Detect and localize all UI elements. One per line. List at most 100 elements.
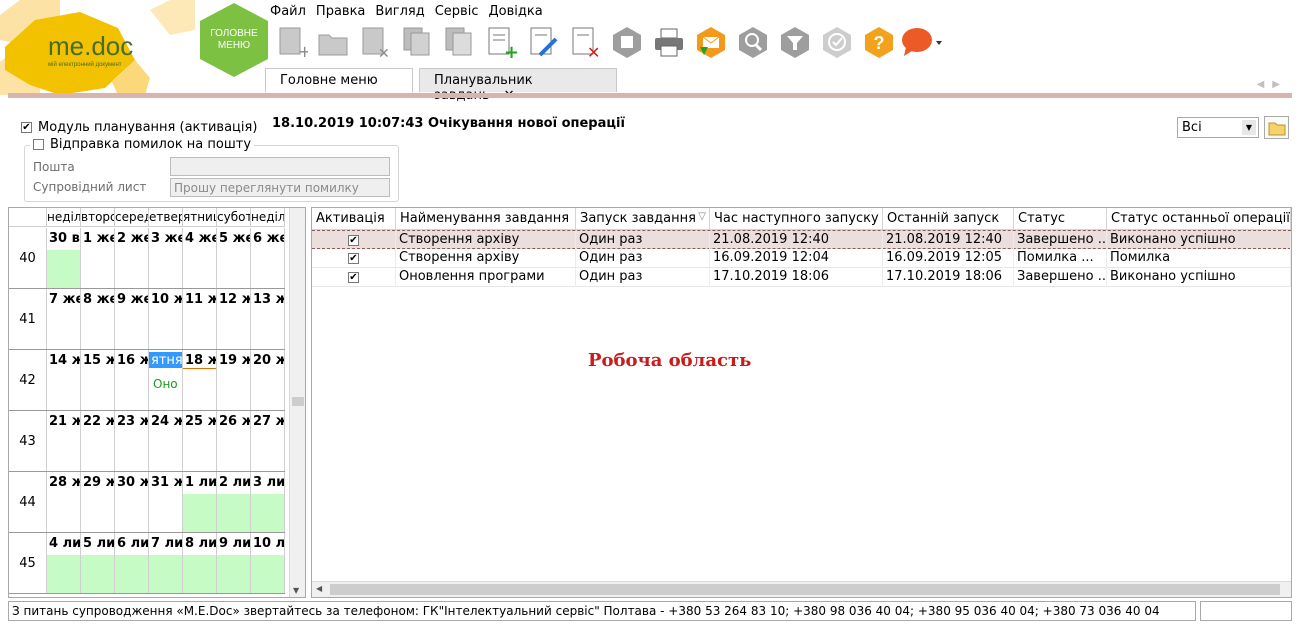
table-row[interactable]: ✔ Оновлення програми Один раз 17.10.2019 18… — [312, 268, 1291, 287]
calendar-day[interactable]: 22 ж — [81, 411, 115, 471]
calendar-day[interactable]: 21 ж — [47, 411, 81, 471]
edit-doc-icon[interactable] — [522, 22, 564, 62]
calendar-day[interactable]: 7 ли — [149, 533, 183, 593]
menu-file[interactable]: Файл — [270, 4, 306, 20]
open-folder-icon[interactable] — [312, 22, 354, 62]
activation-cell[interactable]: ✔ — [312, 268, 396, 287]
print-icon[interactable] — [648, 22, 690, 62]
calendar-day[interactable]: 10 ж — [149, 289, 183, 349]
calendar-day[interactable]: 15 ж — [81, 350, 115, 410]
calendar-day[interactable]: 26 ж — [217, 411, 251, 471]
calendar-day[interactable]: 11 ж — [183, 289, 217, 349]
check-icon[interactable] — [816, 22, 858, 62]
tab-bar: Головне меню Планувальник завдань✕ — [265, 68, 617, 103]
calendar-event[interactable]: Оно — [153, 377, 178, 391]
calendar-day[interactable]: 9 ли — [217, 533, 251, 593]
calendar-day[interactable]: 2 ли — [217, 472, 251, 532]
calendar-day[interactable]: 4 же — [183, 228, 217, 288]
menu-edit[interactable]: Правка — [316, 4, 365, 20]
add-doc-icon[interactable]: + — [480, 22, 522, 62]
sort-icon[interactable]: ▽ — [698, 211, 706, 222]
archive-icon[interactable] — [606, 22, 648, 62]
activation-checkbox[interactable]: ✔ — [348, 272, 359, 283]
planning-module-checkbox[interactable]: ✔ — [21, 122, 32, 133]
calendar-day[interactable]: 30 в — [47, 228, 81, 288]
calendar-day[interactable]: 25 ж — [183, 411, 217, 471]
error-mail-option[interactable]: Відправка помилок на пошту — [30, 137, 255, 152]
calendar-day[interactable]: 6 ли — [115, 533, 149, 593]
calendar-day[interactable]: 8 же — [81, 289, 115, 349]
column-header[interactable]: Активація — [312, 208, 396, 230]
search-icon[interactable] — [732, 22, 774, 62]
calendar-day[interactable]: 1 ли — [183, 472, 217, 532]
new-doc-icon[interactable]: + — [270, 22, 312, 62]
calendar-day[interactable]: 30 ж — [115, 472, 149, 532]
calendar-day[interactable]: 23 ж — [115, 411, 149, 471]
calendar-day[interactable]: 14 ж — [47, 350, 81, 410]
chat-icon[interactable] — [900, 22, 942, 62]
scroll-left-icon[interactable]: ◀ — [316, 584, 322, 593]
calendar-day[interactable]: ятня Оно — [149, 350, 183, 410]
cover-letter-field[interactable]: Прошу переглянути помилку — [170, 178, 390, 197]
calendar-day[interactable]: 28 ж — [47, 472, 81, 532]
column-header[interactable]: Найменування завдання — [396, 208, 576, 230]
planning-module-option[interactable]: ✔ Модуль планування (активація) — [21, 120, 257, 135]
copy-doc-2-icon[interactable] — [438, 22, 480, 62]
filter-select[interactable]: Всі ▼ — [1177, 117, 1259, 138]
calendar-day[interactable]: 13 ж — [251, 289, 285, 349]
copy-doc-icon[interactable] — [396, 22, 438, 62]
activation-cell[interactable]: ✔ — [312, 231, 396, 250]
column-header[interactable]: Час наступного запуску — [710, 208, 883, 230]
calendar-day[interactable]: 12 ж — [217, 289, 251, 349]
calendar-day[interactable]: 6 же — [251, 228, 285, 288]
email-field[interactable] — [170, 157, 390, 176]
open-folder-button[interactable] — [1264, 116, 1289, 139]
column-header[interactable]: Останній запуск — [883, 208, 1014, 230]
calendar-scrollbar[interactable]: ▼ — [289, 208, 305, 597]
calendar-day[interactable]: 10 л — [251, 533, 285, 593]
calendar-day[interactable]: 31 ж — [149, 472, 183, 532]
calendar-day[interactable]: 16 ж — [115, 350, 149, 410]
calendar-day[interactable]: 24 ж — [149, 411, 183, 471]
scroll-down-icon[interactable]: ▼ — [293, 586, 299, 595]
calendar-day[interactable]: 8 ли — [183, 533, 217, 593]
tab-main-menu[interactable]: Головне меню — [265, 68, 413, 92]
calendar-day[interactable]: 3 же — [149, 228, 183, 288]
activation-checkbox[interactable]: ✔ — [348, 235, 359, 246]
calendar-day[interactable]: 2 же — [115, 228, 149, 288]
calendar-day[interactable]: 7 же — [47, 289, 81, 349]
error-mail-checkbox[interactable] — [33, 139, 44, 150]
tab-task-scheduler[interactable]: Планувальник завдань✕ — [419, 68, 617, 103]
calendar-day[interactable]: 9 же — [115, 289, 149, 349]
activation-checkbox[interactable]: ✔ — [348, 253, 359, 264]
table-row[interactable]: ✔ Створення архіву Один раз 21.08.2019 12:4… — [312, 230, 1291, 250]
filter-icon[interactable] — [774, 22, 816, 62]
help-icon[interactable]: ? — [858, 22, 900, 62]
menu-help[interactable]: Довідка — [488, 4, 542, 20]
menu-service[interactable]: Сервіс — [435, 4, 479, 20]
remove-doc-icon[interactable]: ✕ — [564, 22, 606, 62]
activation-cell[interactable]: ✔ — [312, 249, 396, 268]
grid-scroll-thumb[interactable] — [330, 584, 1280, 595]
delete-doc-icon[interactable]: ✕ — [354, 22, 396, 62]
calendar-day[interactable]: 20 ж — [251, 350, 285, 410]
calendar-day[interactable]: 3 ли — [251, 472, 285, 532]
table-row[interactable]: ✔ Створення архіву Один раз 16.09.2019 12:0… — [312, 249, 1291, 268]
column-header[interactable]: Запуск завдання ▽ — [576, 208, 710, 230]
tab-scroll-arrows[interactable]: ◀▶ — [1257, 79, 1288, 90]
send-mail-icon[interactable] — [690, 22, 732, 62]
calendar-day[interactable]: 5 же — [217, 228, 251, 288]
calendar-day[interactable]: 4 ли — [47, 533, 81, 593]
calendar-scroll-thumb[interactable] — [292, 397, 304, 406]
calendar-day[interactable]: 18 ж — [183, 350, 217, 410]
main-menu-button[interactable]: ГОЛОВНЕ МЕНЮ — [198, 2, 270, 78]
menu-view[interactable]: Вигляд — [375, 4, 424, 20]
calendar-day[interactable]: 27 ж — [251, 411, 285, 471]
calendar-day[interactable]: 5 ли — [81, 533, 115, 593]
calendar-day[interactable]: 29 ж — [81, 472, 115, 532]
calendar-day[interactable]: 19 ж — [217, 350, 251, 410]
column-header[interactable]: Статус останньої операції — [1107, 208, 1291, 230]
column-header[interactable]: Статус — [1014, 208, 1107, 230]
calendar-day[interactable]: 1 же — [81, 228, 115, 288]
grid-horizontal-scrollbar[interactable]: ◀ — [312, 581, 1291, 597]
